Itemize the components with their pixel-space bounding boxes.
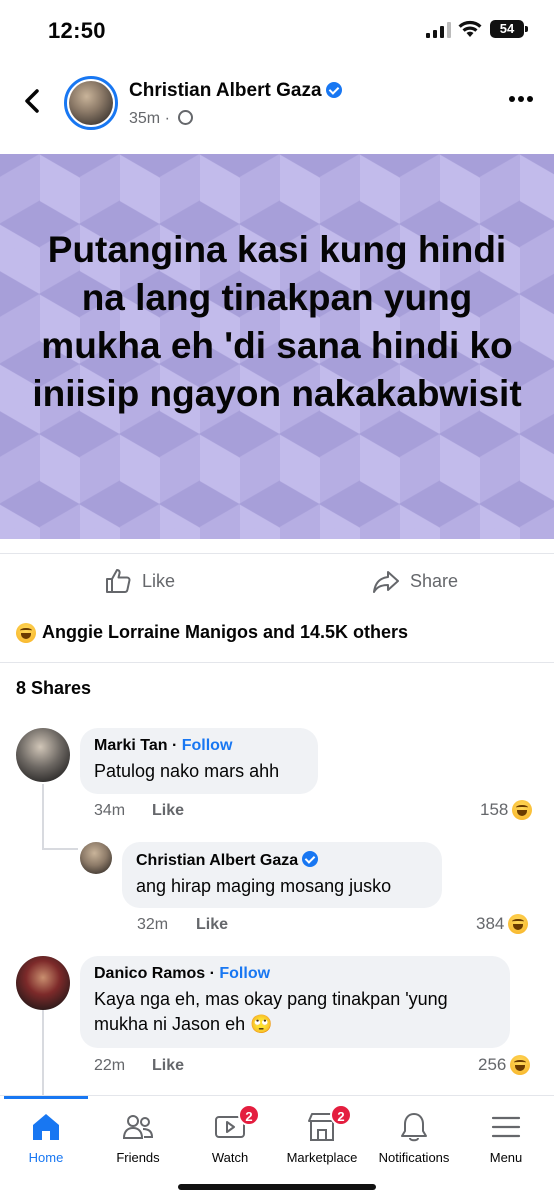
like-button[interactable]: Like <box>104 566 175 596</box>
cellular-signal-icon <box>426 22 451 38</box>
comment-author-line: Christian Albert Gaza <box>136 851 428 870</box>
comment-author-line: Marki Tan · Follow <box>94 737 304 755</box>
comment-author[interactable]: Marki Tan <box>94 737 168 754</box>
separator: · <box>171 737 178 754</box>
share-label: Share <box>410 570 459 591</box>
comment-author[interactable]: Christian Albert Gaza <box>136 852 298 869</box>
nav-label: Watch <box>211 1150 249 1165</box>
follow-button[interactable]: Follow <box>219 965 270 982</box>
thumbs-up-icon <box>106 569 131 593</box>
author-name[interactable]: Christian Albert Gaza <box>129 80 342 102</box>
battery-icon: 54 <box>490 20 528 38</box>
nav-watch[interactable]: 2 Watch <box>184 1104 276 1165</box>
comment-text: Patulog nako mars ahh <box>94 761 280 781</box>
back-arrow-icon[interactable] <box>18 86 48 116</box>
reaction-count: 256 <box>478 1055 507 1074</box>
share-arrow-icon <box>373 571 399 593</box>
nav-menu[interactable]: Menu <box>460 1110 552 1165</box>
notification-badge: 2 <box>238 1104 260 1126</box>
reply-thread-line <box>42 784 44 850</box>
follow-button[interactable]: Follow <box>182 737 233 754</box>
post-header: Christian Albert Gaza 35m · <box>0 68 554 138</box>
author-name-text[interactable]: Christian Albert Gaza <box>129 80 322 101</box>
avatar[interactable] <box>80 842 112 874</box>
bottom-navigation: Home Friends 2 Watch 2 Marketplace Notif… <box>0 1095 554 1200</box>
nav-home[interactable]: Home <box>0 1110 92 1165</box>
divider <box>0 662 554 663</box>
nav-marketplace[interactable]: 2 Marketplace <box>276 1104 368 1165</box>
reaction-count: 158 <box>480 800 509 819</box>
menu-icon <box>491 1116 521 1138</box>
bell-icon <box>401 1113 427 1142</box>
avatar[interactable] <box>16 728 70 782</box>
share-button[interactable]: Share <box>372 566 458 596</box>
post-meta: 35m · <box>129 110 194 128</box>
post-actions: Like Share <box>0 553 554 605</box>
haha-reaction-icon <box>16 622 36 643</box>
friends-icon <box>122 1115 154 1139</box>
nav-label: Friends <box>116 1150 160 1165</box>
notification-badge: 2 <box>330 1104 352 1126</box>
comment-like-button[interactable]: Like <box>152 1057 184 1075</box>
shares-count[interactable]: 8 Shares <box>16 678 91 699</box>
reaction-count: 384 <box>476 914 505 933</box>
home-icon <box>33 1114 59 1140</box>
comment-time: 22m <box>94 1057 126 1074</box>
comment-time: 34m <box>94 802 126 819</box>
reply-thread-line <box>42 848 78 850</box>
comment-like-button[interactable]: Like <box>196 916 228 934</box>
home-indicator <box>178 1184 376 1190</box>
status-bar: 12:50 54 <box>0 0 554 60</box>
status-time: 12:50 <box>48 18 106 43</box>
verified-badge-icon <box>302 851 319 867</box>
nav-label: Marketplace <box>286 1150 358 1165</box>
comment-reaction-count[interactable]: 158 <box>480 800 533 820</box>
verified-badge-icon <box>325 82 342 98</box>
comment-bubble[interactable]: Christian Albert Gaza ang hirap maging m… <box>122 842 442 908</box>
nav-label: Notifications <box>378 1150 450 1165</box>
wifi-icon <box>458 20 482 37</box>
post-text: Putangina kasi kung hindi na lang tinakp… <box>32 229 522 414</box>
haha-reaction-icon <box>510 1055 531 1075</box>
comment-text: ang hirap maging mosang jusko <box>136 876 392 896</box>
more-options-icon[interactable] <box>508 94 534 104</box>
active-tab-indicator <box>4 1096 88 1099</box>
comment-like-button[interactable]: Like <box>152 802 184 820</box>
avatar[interactable] <box>16 956 70 1010</box>
author-avatar[interactable] <box>64 76 118 130</box>
separator: · <box>209 965 215 982</box>
post-background-banner[interactable]: Putangina kasi kung hindi na lang tinakp… <box>0 154 554 539</box>
nav-label: Home <box>28 1150 64 1165</box>
nav-friends[interactable]: Friends <box>92 1110 184 1165</box>
nav-notifications[interactable]: Notifications <box>368 1110 460 1165</box>
comment-author[interactable]: Danico Ramos <box>94 965 205 982</box>
comment-bubble[interactable]: Marki Tan · Follow Patulog nako mars ahh <box>80 728 318 794</box>
globe-icon <box>178 110 194 125</box>
comment-bubble[interactable]: Danico Ramos · Follow Kaya nga eh, mas o… <box>80 956 510 1048</box>
reactions-summary[interactable]: Anggie Lorraine Manigos and 14.5K others <box>16 622 408 643</box>
haha-reaction-icon <box>508 914 529 934</box>
comment-author-line: Danico Ramos · Follow <box>94 965 496 983</box>
reactions-text: Anggie Lorraine Manigos and 14.5K others <box>42 622 409 642</box>
comment-text: Kaya nga eh, mas okay pang tinakpan 'yun… <box>94 989 448 1034</box>
haha-reaction-icon <box>512 800 533 820</box>
comment-reaction-count[interactable]: 256 <box>478 1055 531 1075</box>
nav-label: Menu <box>489 1150 523 1165</box>
like-label: Like <box>142 570 176 591</box>
thread-line <box>42 1010 44 1096</box>
post-time[interactable]: 35m <box>129 110 160 127</box>
meta-separator: · <box>164 110 170 127</box>
comment-reaction-count[interactable]: 384 <box>476 914 529 934</box>
comment-time: 32m <box>137 916 169 933</box>
